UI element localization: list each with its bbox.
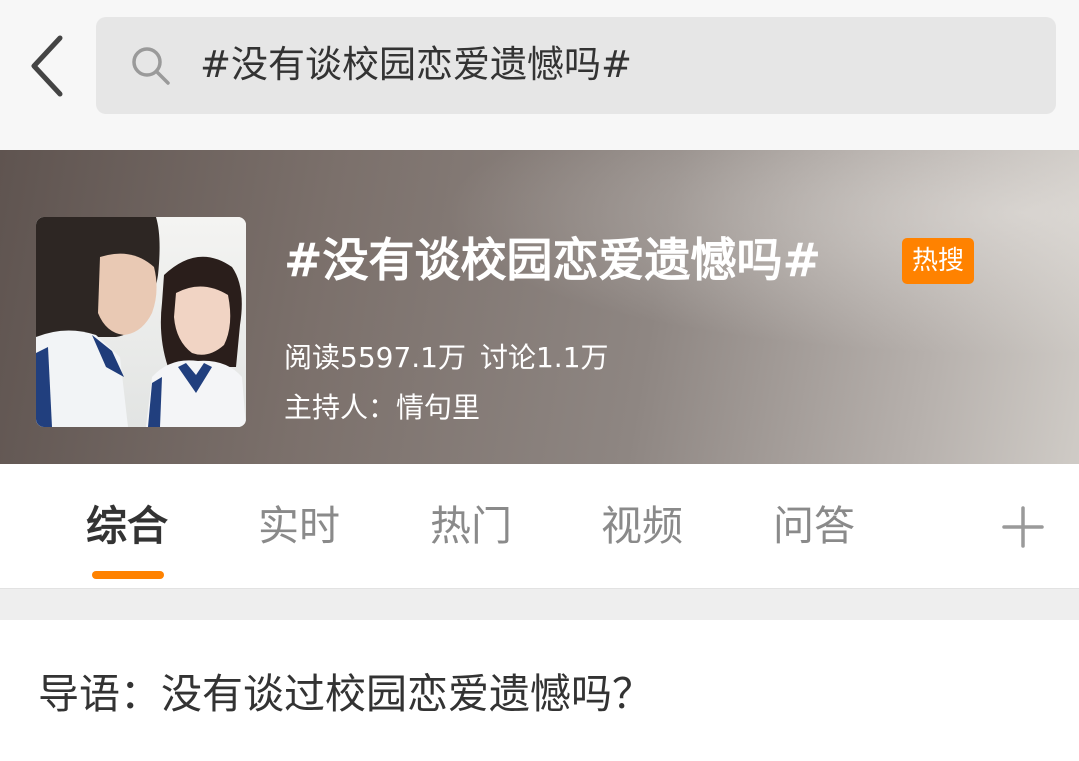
tab-hot[interactable]: 热门 [430,498,512,554]
tab-qa[interactable]: 问答 [773,498,855,554]
chevron-left-icon [31,35,63,97]
search-input[interactable]: #没有谈校园恋爱遗憾吗# [96,17,1056,114]
topic-content: 导语：没有谈过校园恋爱遗憾吗？ [0,620,1079,761]
topic-title: #没有谈校园恋爱遗憾吗# [284,233,822,287]
tab-realtime[interactable]: 实时 [258,498,340,554]
topic-host[interactable]: 主持人：情句里 [284,388,480,428]
search-query: #没有谈校园恋爱遗憾吗# [200,43,633,86]
read-count: 阅读5597.1万 [284,341,466,374]
tab-comprehensive[interactable]: 综合 [86,498,168,554]
back-button[interactable] [18,28,78,104]
discussion-count: 讨论1.1万 [479,341,609,374]
topic-cover-image[interactable] [36,217,246,427]
hot-search-badge: 热搜 [902,238,974,284]
search-icon [132,47,170,85]
tab-video[interactable]: 视频 [601,498,683,554]
plus-icon[interactable] [1000,504,1046,550]
section-divider [0,588,1079,620]
active-tab-indicator [92,571,164,579]
topic-banner: #没有谈校园恋爱遗憾吗# 热搜 阅读5597.1万 讨论1.1万 主持人：情句里 [0,150,1079,464]
topic-intro: 导语：没有谈过校园恋爱遗憾吗？ [38,670,653,718]
cover-photo [36,217,246,427]
topic-stats: 阅读5597.1万 讨论1.1万 [284,338,609,378]
topic-tabs: 综合 实时 热门 视频 问答 [0,464,1079,588]
top-bar: #没有谈校园恋爱遗憾吗# [0,0,1079,150]
